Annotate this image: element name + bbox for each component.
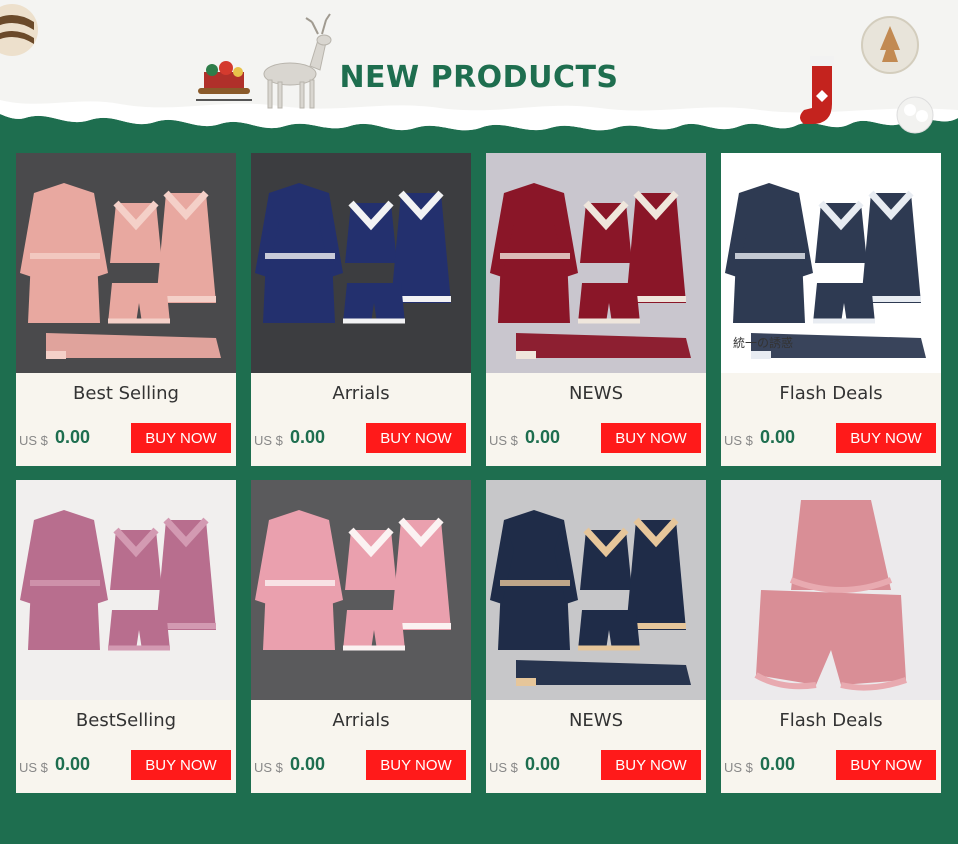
card-bottom-stripe: [486, 789, 706, 793]
card-bottom-stripe: [251, 789, 471, 793]
card-bottom-stripe: [721, 462, 941, 466]
currency-label: US $: [19, 433, 48, 448]
price-value: 0.00: [760, 754, 796, 774]
price-row: US $ 0.00 BUY NOW: [486, 423, 706, 453]
product-name[interactable]: Flash Deals: [721, 710, 941, 731]
card-bottom-stripe: [251, 462, 471, 466]
product-card[interactable]: Best Selling US $ 0.00 BUY NOW: [16, 153, 236, 466]
product-name[interactable]: Flash Deals: [721, 383, 941, 404]
product-name[interactable]: NEWS: [486, 710, 706, 731]
buy-now-button[interactable]: BUY NOW: [131, 423, 231, 453]
price-row: US $ 0.00 BUY NOW: [251, 750, 471, 780]
buy-now-button[interactable]: BUY NOW: [366, 423, 466, 453]
product-card[interactable]: Arrials US $ 0.00 BUY NOW: [251, 480, 471, 793]
product-image[interactable]: [251, 153, 471, 373]
currency-label: US $: [489, 433, 518, 448]
product-name[interactable]: Arrials: [251, 710, 471, 731]
product-card[interactable]: 統一の誘惑 Flash Deals US $ 0.00 BUY NOW: [721, 153, 941, 466]
pinecone-icon: [896, 96, 934, 134]
product-name[interactable]: NEWS: [486, 383, 706, 404]
price-value: 0.00: [760, 427, 796, 447]
product-image[interactable]: [486, 480, 706, 700]
currency-label: US $: [489, 760, 518, 775]
currency-label: US $: [724, 433, 753, 448]
buy-now-button[interactable]: BUY NOW: [601, 423, 701, 453]
price-value: 0.00: [525, 754, 561, 774]
price-row: US $ 0.00 BUY NOW: [486, 750, 706, 780]
product-image-caption: 統一の誘惑: [733, 336, 793, 350]
product-image[interactable]: [486, 153, 706, 373]
product-name[interactable]: BestSelling: [16, 710, 236, 731]
card-bottom-stripe: [16, 789, 236, 793]
currency-label: US $: [254, 433, 283, 448]
product-card[interactable]: BestSelling US $ 0.00 BUY NOW: [16, 480, 236, 793]
product-image[interactable]: [16, 153, 236, 373]
product-card[interactable]: NEWS US $ 0.00 BUY NOW: [486, 480, 706, 793]
price-value: 0.00: [290, 427, 326, 447]
card-bottom-stripe: [486, 462, 706, 466]
buy-now-button[interactable]: BUY NOW: [601, 750, 701, 780]
product-image[interactable]: [251, 480, 471, 700]
price-row: US $ 0.00 BUY NOW: [721, 423, 941, 453]
price-value: 0.00: [55, 427, 91, 447]
buy-now-button[interactable]: BUY NOW: [366, 750, 466, 780]
product-card[interactable]: NEWS US $ 0.00 BUY NOW: [486, 153, 706, 466]
price-row: US $ 0.00 BUY NOW: [251, 423, 471, 453]
product-name[interactable]: Best Selling: [16, 383, 236, 404]
product-card[interactable]: Flash Deals US $ 0.00 BUY NOW: [721, 480, 941, 793]
price-value: 0.00: [525, 427, 561, 447]
product-image[interactable]: [16, 480, 236, 700]
header-banner: NEW PRODUCTS: [0, 0, 958, 140]
product-image[interactable]: [721, 480, 941, 700]
price-row: US $ 0.00 BUY NOW: [16, 750, 236, 780]
price-row: US $ 0.00 BUY NOW: [721, 750, 941, 780]
card-bottom-stripe: [721, 789, 941, 793]
card-bottom-stripe: [16, 462, 236, 466]
buy-now-button[interactable]: BUY NOW: [131, 750, 231, 780]
price-row: US $ 0.00 BUY NOW: [16, 423, 236, 453]
price-value: 0.00: [55, 754, 91, 774]
buy-now-button[interactable]: BUY NOW: [836, 423, 936, 453]
page-title: NEW PRODUCTS: [339, 60, 619, 95]
product-card[interactable]: Arrials US $ 0.00 BUY NOW: [251, 153, 471, 466]
product-name[interactable]: Arrials: [251, 383, 471, 404]
currency-label: US $: [724, 760, 753, 775]
currency-label: US $: [254, 760, 283, 775]
price-value: 0.00: [290, 754, 326, 774]
buy-now-button[interactable]: BUY NOW: [836, 750, 936, 780]
product-image[interactable]: 統一の誘惑: [721, 153, 941, 373]
currency-label: US $: [19, 760, 48, 775]
